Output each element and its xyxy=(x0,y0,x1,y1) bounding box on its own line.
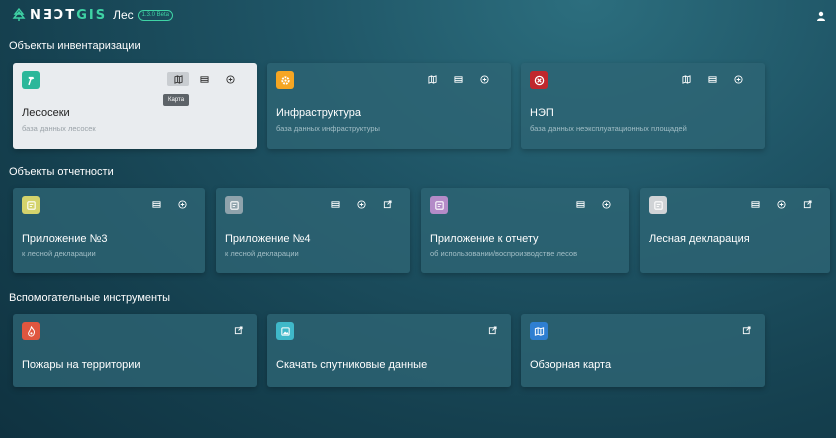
card-title: Приложение к отчету xyxy=(430,233,539,245)
open-external-button[interactable] xyxy=(735,323,757,337)
add-button[interactable] xyxy=(473,72,495,86)
table-view-button[interactable] xyxy=(324,197,346,211)
open-external-button[interactable] xyxy=(376,197,398,211)
card-title: Инфраструктура xyxy=(276,107,362,119)
add-button[interactable] xyxy=(219,72,241,86)
card-subtitle: об использовании/воспроизводстве лесов xyxy=(430,249,578,258)
note-icon xyxy=(649,196,667,214)
plus-circle-icon xyxy=(776,199,786,209)
card-title: Приложение №3 xyxy=(22,233,108,245)
map-icon xyxy=(173,74,183,84)
add-button[interactable] xyxy=(350,197,372,211)
plus-circle-icon xyxy=(225,74,235,84)
table-view-button[interactable] xyxy=(744,197,766,211)
card-appendix-3[interactable]: Приложение №3 к лесной декларации xyxy=(13,188,205,273)
section-title-tools: Вспомогательные инструменты xyxy=(9,292,171,304)
external-link-icon xyxy=(488,325,497,334)
external-link-icon xyxy=(234,325,243,334)
add-button[interactable] xyxy=(171,197,193,211)
map-view-button[interactable] xyxy=(675,72,697,86)
add-button[interactable] xyxy=(727,72,749,86)
map-icon xyxy=(681,74,691,84)
plus-circle-icon xyxy=(356,199,366,209)
version-badge: 1.3.0 Beta xyxy=(137,9,173,21)
table-icon xyxy=(453,75,463,83)
table-icon xyxy=(330,200,340,208)
table-view-button[interactable] xyxy=(569,197,591,211)
card-satellite-download[interactable]: Скачать спутниковые данные xyxy=(267,314,511,387)
fire-icon xyxy=(22,322,40,340)
card-appendix-4[interactable]: Приложение №4 к лесной декларации xyxy=(216,188,410,273)
logo-text: NƎƆTGIS xyxy=(30,7,108,23)
card-infrastructure[interactable]: Инфраструктура база данных инфраструктур… xyxy=(267,63,511,149)
table-view-button[interactable] xyxy=(701,72,723,86)
table-icon xyxy=(750,200,760,208)
table-view-button[interactable] xyxy=(193,72,215,86)
plus-circle-icon xyxy=(601,199,611,209)
plus-circle-icon xyxy=(733,74,743,84)
card-report-appendix[interactable]: Приложение к отчету об использовании/вос… xyxy=(421,188,629,273)
open-external-button[interactable] xyxy=(481,323,503,337)
gear-icon xyxy=(276,71,294,89)
card-title: Приложение №4 xyxy=(225,233,311,245)
map-icon xyxy=(427,74,437,84)
open-external-button[interactable] xyxy=(227,323,249,337)
card-title: Пожары на территории xyxy=(22,359,141,371)
logo[interactable]: NƎƆTGIS xyxy=(12,8,107,23)
external-link-icon xyxy=(803,199,812,208)
tooltip: Карта xyxy=(163,94,190,106)
card-subtitle: база данных лесосек xyxy=(22,124,96,133)
tree-logo-icon xyxy=(12,8,26,21)
app-header: NƎƆTGIS Лес 1.3.0 Beta xyxy=(0,0,836,30)
add-button[interactable] xyxy=(595,197,617,211)
table-icon xyxy=(707,75,717,83)
image-icon xyxy=(276,322,294,340)
card-title: Лесная декларация xyxy=(649,233,750,245)
card-title: НЭП xyxy=(530,107,554,119)
open-external-button[interactable] xyxy=(796,197,818,211)
table-icon xyxy=(575,200,585,208)
table-icon xyxy=(151,200,161,208)
card-title: Скачать спутниковые данные xyxy=(276,359,428,371)
plus-circle-icon xyxy=(479,74,489,84)
hammer-icon xyxy=(22,71,40,89)
note-icon xyxy=(225,196,243,214)
card-fires[interactable]: Пожары на территории xyxy=(13,314,257,387)
section-title-inventory: Объекты инвентаризации xyxy=(9,40,141,52)
note-icon xyxy=(430,196,448,214)
card-subtitle: база данных инфраструктуры xyxy=(276,124,380,133)
card-overview-map[interactable]: Обзорная карта xyxy=(521,314,765,387)
external-link-icon xyxy=(742,325,751,334)
plus-circle-icon xyxy=(177,199,187,209)
map-view-button[interactable] xyxy=(421,72,443,86)
card-lesoseki[interactable]: Лесосеки база данных лесосек xyxy=(13,63,257,149)
cancel-icon xyxy=(530,71,548,89)
map-view-button[interactable] xyxy=(167,72,189,86)
card-subtitle: к лесной декларации xyxy=(225,249,299,258)
card-forest-declaration[interactable]: Лесная декларация xyxy=(640,188,830,273)
section-title-reports: Объекты отчетности xyxy=(9,166,114,178)
card-title: Лесосеки xyxy=(22,107,70,119)
note-icon xyxy=(22,196,40,214)
app-name: Лес xyxy=(113,8,134,22)
add-button[interactable] xyxy=(770,197,792,211)
card-nep[interactable]: НЭП база данных неэксплуатационных площа… xyxy=(521,63,765,149)
map-icon xyxy=(530,322,548,340)
card-subtitle: к лесной декларации xyxy=(22,249,96,258)
external-link-icon xyxy=(383,199,392,208)
user-icon[interactable] xyxy=(816,11,826,21)
table-view-button[interactable] xyxy=(447,72,469,86)
card-subtitle: база данных неэксплуатационных площадей xyxy=(530,124,687,133)
card-title: Обзорная карта xyxy=(530,359,612,371)
table-view-button[interactable] xyxy=(145,197,167,211)
table-icon xyxy=(199,75,209,83)
